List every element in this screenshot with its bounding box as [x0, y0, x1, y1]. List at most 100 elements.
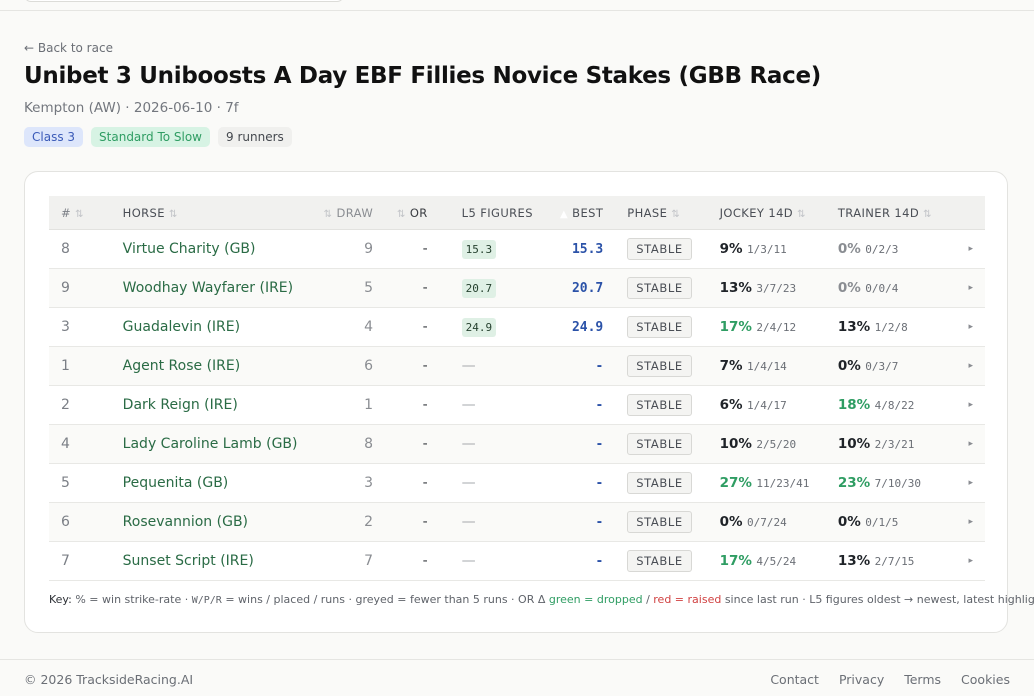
- expand-arrow-icon[interactable]: ▸: [956, 229, 985, 269]
- trainer-wpr: 4/8/22: [874, 399, 915, 412]
- draw-cell: 2: [317, 502, 374, 542]
- best-cell: 15.3: [560, 229, 628, 269]
- expand-arrow-icon[interactable]: ▸: [956, 346, 985, 386]
- sort-icon: ⇅: [169, 208, 178, 220]
- best-cell: -: [560, 502, 628, 542]
- runners-badge: 9 runners: [218, 127, 292, 147]
- header-phase-label: PHASE: [627, 205, 668, 220]
- footer-link-terms[interactable]: Terms: [904, 672, 941, 687]
- runner-number: 9: [49, 268, 123, 308]
- header-best-label: BEST: [572, 205, 604, 220]
- going-badge: Standard To Slow: [91, 127, 210, 147]
- runner-number: 3: [49, 307, 123, 347]
- horse-link[interactable]: Woodhay Wayfarer (IRE): [123, 280, 293, 296]
- expand-arrow-icon[interactable]: ▸: [956, 463, 985, 503]
- header-or[interactable]: ⇅ OR: [373, 196, 454, 230]
- table-row[interactable]: 2 Dark Reign (IRE) 1- — - STABLE 6% 1/4/17 18% …: [49, 385, 985, 425]
- header-trainer[interactable]: TRAINER 14D ⇅: [837, 196, 957, 230]
- table-row[interactable]: 8 Virtue Charity (GB) 9-15.3 15.3 STABLE 9% 1…: [49, 229, 985, 269]
- trainer-cell: 18% 4/8/22: [837, 385, 957, 425]
- horse-link[interactable]: Agent Rose (IRE): [123, 358, 241, 374]
- horse-link[interactable]: Rosevannion (GB): [123, 514, 248, 530]
- runner-number: 2: [49, 385, 123, 425]
- runner-number: 1: [49, 346, 123, 386]
- jockey-wpr: 1/4/17: [746, 399, 787, 412]
- horse-cell: Pequenita (GB): [122, 463, 318, 503]
- phase-badge: STABLE: [627, 550, 692, 572]
- horse-link[interactable]: Pequenita (GB): [123, 475, 229, 491]
- table-key: Key: % = win strike-rate · W/P/R = wins …: [49, 593, 1034, 606]
- draw-cell: 6: [317, 346, 374, 386]
- horse-cell: Sunset Script (IRE): [122, 541, 318, 581]
- trainer-strike-rate: 13%: [837, 319, 871, 335]
- sort-icon: ⇅: [671, 208, 681, 220]
- horse-cell: Lady Caroline Lamb (GB): [122, 424, 318, 464]
- best-cell: -: [560, 424, 628, 464]
- horse-link[interactable]: Sunset Script (IRE): [123, 553, 254, 569]
- l5-cell: 15.3: [453, 229, 561, 269]
- footer-link-contact[interactable]: Contact: [770, 672, 819, 687]
- header-expand: [956, 196, 985, 230]
- best-cell: -: [560, 463, 628, 503]
- trainer-cell: 0% 0/2/3: [837, 229, 957, 269]
- horse-link[interactable]: Lady Caroline Lamb (GB): [123, 436, 298, 452]
- header-draw[interactable]: ⇅ DRAW: [317, 196, 374, 230]
- trainer-wpr: 2/7/15: [874, 555, 915, 568]
- header-l5-label: L5 FIGURES: [461, 205, 533, 220]
- footer: © 2026 TracksideRacing.AI Contact Privac…: [0, 659, 1034, 696]
- expand-arrow-icon[interactable]: ▸: [956, 268, 985, 308]
- l5-figure: 20.7: [461, 278, 497, 298]
- table-row[interactable]: 5 Pequenita (GB) 3- — - STABLE 27% 11/23/41 23%…: [49, 463, 985, 503]
- search-input[interactable]: [24, 0, 344, 2]
- trainer-strike-rate: 0%: [837, 241, 861, 257]
- trainer-strike-rate: 18%: [837, 397, 871, 413]
- header-num-label: #: [61, 205, 72, 220]
- phase-cell: STABLE: [627, 346, 720, 386]
- table-row[interactable]: 3 Guadalevin (IRE) 4-24.9 24.9 STABLE 17% 2/4…: [49, 307, 985, 347]
- best-cell: 24.9: [560, 307, 628, 347]
- footer-link-privacy[interactable]: Privacy: [839, 672, 884, 687]
- expand-arrow-icon[interactable]: ▸: [956, 502, 985, 542]
- sort-icon: ⇅: [923, 208, 932, 220]
- header-horse[interactable]: HORSE ⇅: [122, 196, 318, 230]
- jockey-strike-rate: 7%: [719, 358, 743, 374]
- trainer-wpr: 0/3/7: [865, 360, 899, 373]
- trainer-strike-rate: 13%: [837, 553, 871, 569]
- phase-badge: STABLE: [627, 472, 692, 494]
- sort-icon: ⇅: [323, 208, 333, 220]
- race-badges: Class 3 Standard To Slow 9 runners: [24, 127, 292, 147]
- runner-number: 7: [49, 541, 123, 581]
- header-num[interactable]: # ⇅: [49, 196, 123, 230]
- table-row[interactable]: 4 Lady Caroline Lamb (GB) 8- — - STABLE 10% 2/…: [49, 424, 985, 464]
- header-phase[interactable]: PHASE ⇅: [627, 196, 720, 230]
- horse-link[interactable]: Dark Reign (IRE): [123, 397, 238, 413]
- header-best[interactable]: ▲ BEST: [560, 196, 628, 230]
- runner-number: 5: [49, 463, 123, 503]
- expand-arrow-icon[interactable]: ▸: [956, 541, 985, 581]
- expand-arrow-icon[interactable]: ▸: [956, 307, 985, 347]
- l5-cell: —: [453, 385, 561, 425]
- table-row[interactable]: 9 Woodhay Wayfarer (IRE) 5-20.7 20.7 STABLE 1…: [49, 268, 985, 308]
- jockey-strike-rate: 0%: [719, 514, 743, 530]
- footer-link-cookies[interactable]: Cookies: [961, 672, 1010, 687]
- phase-cell: STABLE: [627, 463, 720, 503]
- expand-arrow-icon[interactable]: ▸: [956, 424, 985, 464]
- back-to-race-link[interactable]: ← Back to race: [24, 41, 113, 55]
- phase-badge: STABLE: [627, 394, 692, 416]
- trainer-strike-rate: 23%: [837, 475, 871, 491]
- sort-icon: ⇅: [797, 208, 806, 220]
- table-row[interactable]: 7 Sunset Script (IRE) 7- — - STABLE 17% 4/5/24…: [49, 541, 985, 581]
- horse-link[interactable]: Guadalevin (IRE): [123, 319, 240, 335]
- table-row[interactable]: 1 Agent Rose (IRE) 6- — - STABLE 7% 1/4/14 0% 0…: [49, 346, 985, 386]
- table-row[interactable]: 6 Rosevannion (GB) 2- — - STABLE 0% 0/7/24 0% 0…: [49, 502, 985, 542]
- jockey-strike-rate: 10%: [719, 436, 752, 452]
- l5-figure: 24.9: [461, 317, 497, 337]
- expand-arrow-icon[interactable]: ▸: [956, 385, 985, 425]
- trainer-cell: 23% 7/10/30: [837, 463, 957, 503]
- horse-link[interactable]: Virtue Charity (GB): [123, 241, 256, 257]
- or-cell: -: [373, 502, 454, 542]
- draw-cell: 9: [317, 229, 374, 269]
- trainer-cell: 0% 0/0/4: [837, 268, 957, 308]
- header-jockey[interactable]: JOCKEY 14D ⇅: [719, 196, 838, 230]
- jockey-strike-rate: 27%: [719, 475, 752, 491]
